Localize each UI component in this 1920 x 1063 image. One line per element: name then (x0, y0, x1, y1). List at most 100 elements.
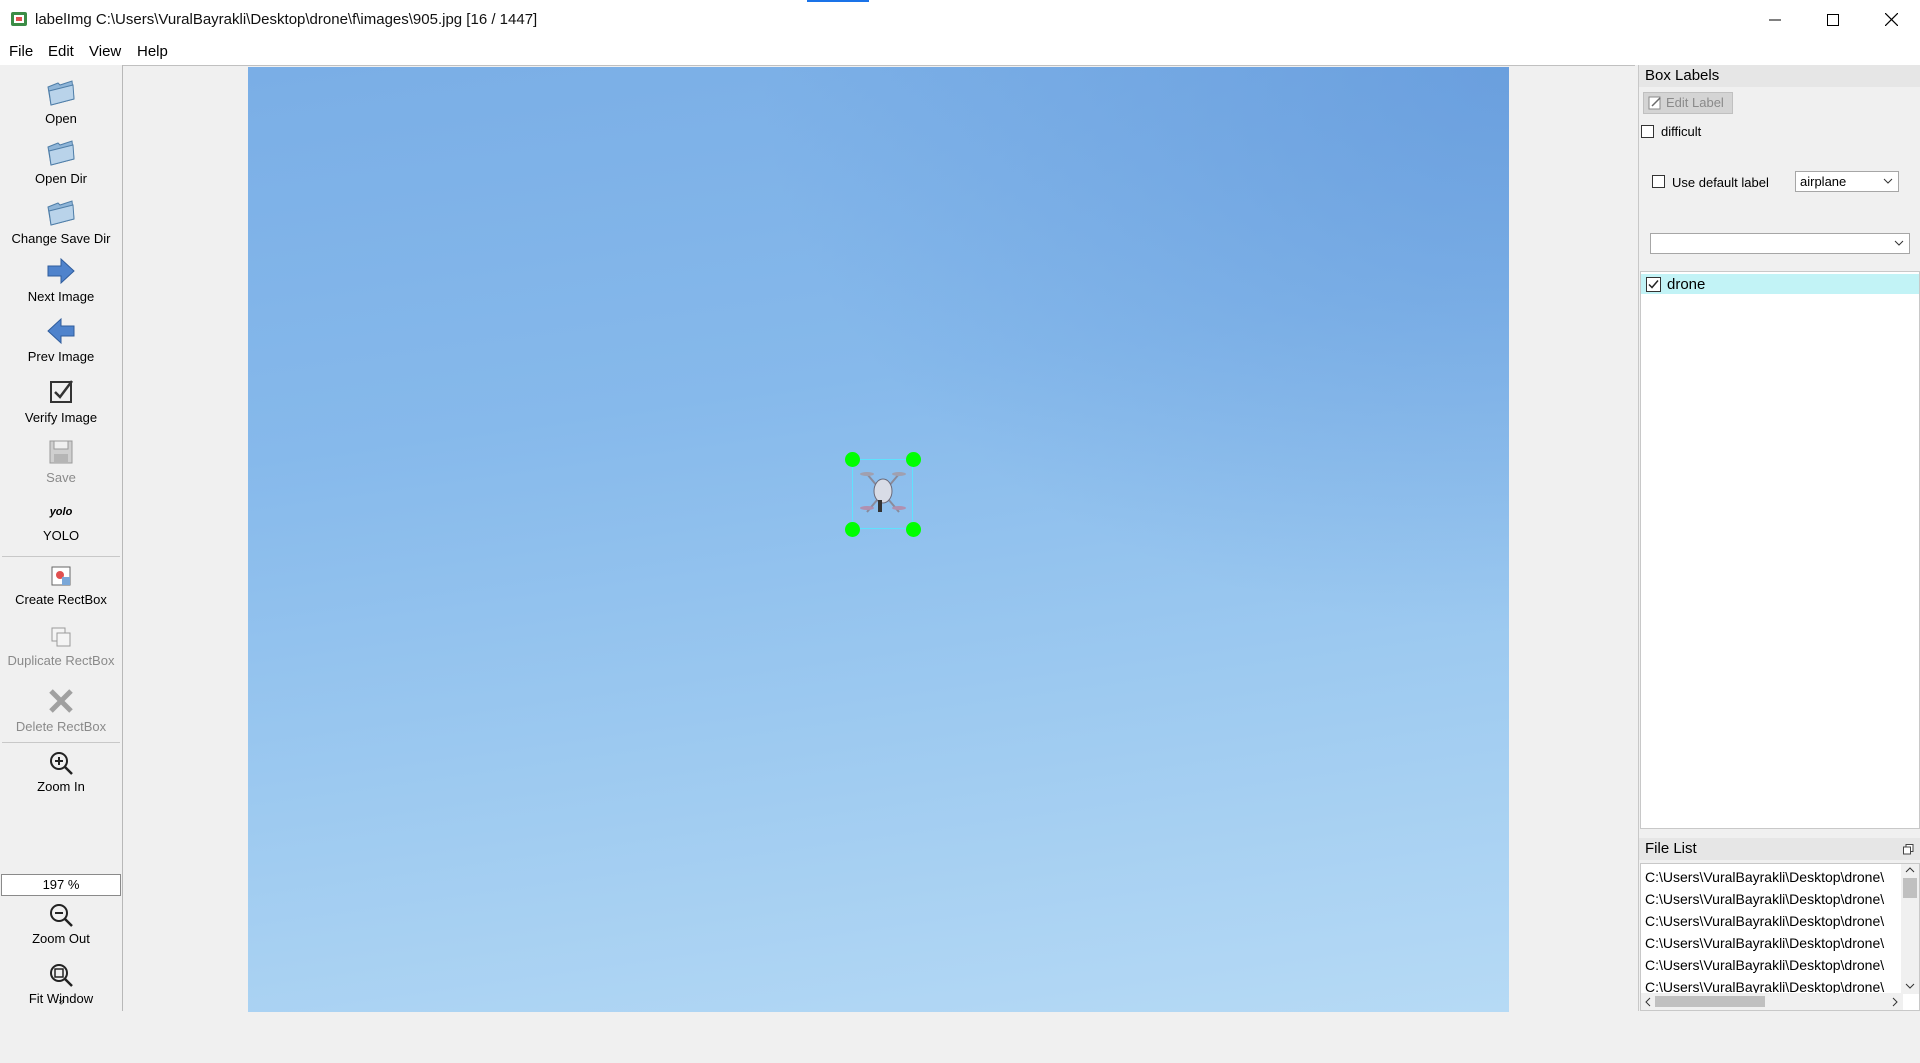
next-image-button[interactable]: Next Image (0, 255, 122, 304)
menu-edit[interactable]: Edit (48, 43, 74, 60)
arrow-left-icon (47, 317, 75, 345)
menu-bar: File Edit View Help (0, 39, 1920, 65)
label-name: drone (1667, 276, 1706, 293)
title-bar: labelImg C:\Users\VuralBayrakli\Desktop\… (0, 0, 1920, 39)
zoom-in-label: Zoom In (37, 779, 85, 794)
menu-view[interactable]: View (89, 43, 121, 60)
duplicate-icon (51, 627, 71, 647)
floppy-save-icon (49, 440, 73, 464)
create-rectbox-label: Create RectBox (15, 592, 107, 607)
duplicate-rectbox-label: Duplicate RectBox (7, 653, 115, 668)
box-labels-title: Box Labels (1639, 65, 1920, 87)
labelimg-app-icon (11, 12, 27, 26)
open-dir-button[interactable]: Open Dir (0, 137, 122, 186)
file-list-horizontal-scrollbar[interactable] (1641, 993, 1903, 1010)
menu-help[interactable]: Help (137, 43, 168, 60)
folder-open-icon (47, 80, 75, 106)
create-rectbox-icon (51, 566, 71, 586)
prev-image-button[interactable]: Prev Image (0, 315, 122, 364)
default-label-value: airplane (1800, 174, 1847, 189)
save-label: Save (46, 470, 76, 485)
image-canvas[interactable] (123, 65, 1635, 1012)
zoom-level-field[interactable]: 197 % (1, 874, 121, 896)
difficult-checkbox[interactable] (1641, 125, 1654, 138)
close-icon (1884, 13, 1898, 26)
minimize-button[interactable] (1746, 0, 1804, 39)
scroll-left-icon[interactable] (1644, 997, 1652, 1007)
right-dock: Box Labels Edit Label difficult Use defa… (1638, 65, 1920, 1011)
toolbar-separator (2, 556, 120, 557)
create-rectbox-button[interactable]: Create RectBox (0, 562, 122, 607)
default-label-combo[interactable]: airplane (1795, 171, 1899, 192)
next-image-label: Next Image (27, 289, 95, 304)
bbox-handle-bottom-left[interactable] (845, 522, 860, 537)
loaded-image (248, 67, 1509, 1012)
scroll-up-icon[interactable] (1905, 866, 1915, 874)
zoom-out-button[interactable]: Zoom Out (0, 901, 122, 946)
zoom-in-icon (50, 752, 73, 775)
open-button[interactable]: Open (0, 77, 122, 126)
toolbar-more-icon[interactable]: » (55, 941, 67, 1063)
verify-image-label: Verify Image (24, 410, 98, 425)
menu-file[interactable]: File (9, 43, 33, 60)
vertical-scroll-thumb[interactable] (1903, 878, 1917, 898)
close-button[interactable] (1862, 0, 1920, 39)
chevron-down-icon (1883, 178, 1893, 184)
folder-open-icon (47, 200, 75, 226)
file-list: C:\Users\VuralBayrakli\Desktop\drone\ C:… (1640, 863, 1920, 1011)
checkbox-checked-icon[interactable] (1646, 277, 1661, 292)
change-save-dir-button[interactable]: Change Save Dir (0, 197, 122, 246)
yolo-format-icon: yolo (49, 506, 73, 518)
file-list-item[interactable]: C:\Users\VuralBayrakli\Desktop\drone\ (1645, 935, 1897, 951)
save-button[interactable]: Save (0, 436, 122, 485)
file-list-title: File List (1639, 838, 1920, 860)
delete-rectbox-label: Delete RectBox (15, 719, 107, 734)
bounding-box[interactable] (852, 459, 913, 529)
bbox-handle-top-left[interactable] (845, 452, 860, 467)
toolbar: Open Open Dir Change Save Dir Next Image… (0, 65, 123, 1011)
zoom-out-icon (50, 904, 73, 927)
prev-image-label: Prev Image (27, 349, 95, 364)
file-list-item[interactable]: C:\Users\VuralBayrakli\Desktop\drone\ (1645, 913, 1897, 929)
toolbar-separator (2, 742, 120, 743)
sky-shading (752, 67, 1509, 634)
title-accent (807, 0, 869, 2)
edit-label-button[interactable]: Edit Label (1643, 92, 1733, 114)
change-save-dir-label: Change Save Dir (11, 231, 111, 246)
checkbox-check-icon (50, 380, 73, 403)
bbox-handle-top-right[interactable] (906, 452, 921, 467)
undock-icon[interactable] (1903, 844, 1914, 855)
maximize-icon (1827, 13, 1839, 26)
scroll-right-icon[interactable] (1891, 997, 1899, 1007)
folder-open-icon (47, 140, 75, 166)
use-default-label-label: Use default label (1672, 175, 1769, 190)
format-yolo-button[interactable]: yolo YOLO (0, 502, 122, 543)
window-title: labelImg C:\Users\VuralBayrakli\Desktop\… (35, 11, 538, 28)
file-list-vertical-scrollbar[interactable] (1901, 864, 1919, 994)
open-dir-label: Open Dir (34, 171, 88, 186)
minimize-icon (1769, 19, 1781, 20)
use-default-label-checkbox[interactable] (1652, 175, 1665, 188)
file-list-item[interactable]: C:\Users\VuralBayrakli\Desktop\drone\ (1645, 869, 1897, 885)
delete-rectbox-button[interactable]: Delete RectBox (0, 685, 122, 734)
delete-x-icon (49, 689, 73, 713)
file-list-item[interactable]: C:\Users\VuralBayrakli\Desktop\drone\ (1645, 957, 1897, 973)
zoom-in-button[interactable]: Zoom In (0, 749, 122, 794)
arrow-right-icon (47, 257, 75, 285)
bbox-handle-bottom-right[interactable] (906, 522, 921, 537)
label-list-item[interactable]: drone (1641, 274, 1919, 294)
label-list: drone (1640, 271, 1920, 829)
maximize-button[interactable] (1804, 0, 1862, 39)
edit-label-text: Edit Label (1666, 95, 1724, 110)
open-label: Open (45, 111, 77, 126)
verify-image-button[interactable]: Verify Image (0, 376, 122, 425)
duplicate-rectbox-button[interactable]: Duplicate RectBox (0, 623, 122, 668)
format-label: YOLO (42, 528, 80, 543)
label-filter-combo[interactable] (1650, 233, 1910, 254)
file-list-item[interactable]: C:\Users\VuralBayrakli\Desktop\drone\ (1645, 891, 1897, 907)
horizontal-scroll-thumb[interactable] (1655, 996, 1765, 1007)
scroll-down-icon[interactable] (1905, 982, 1915, 990)
chevron-down-icon (1894, 240, 1904, 246)
difficult-label: difficult (1661, 124, 1702, 139)
edit-pencil-icon (1648, 96, 1661, 110)
